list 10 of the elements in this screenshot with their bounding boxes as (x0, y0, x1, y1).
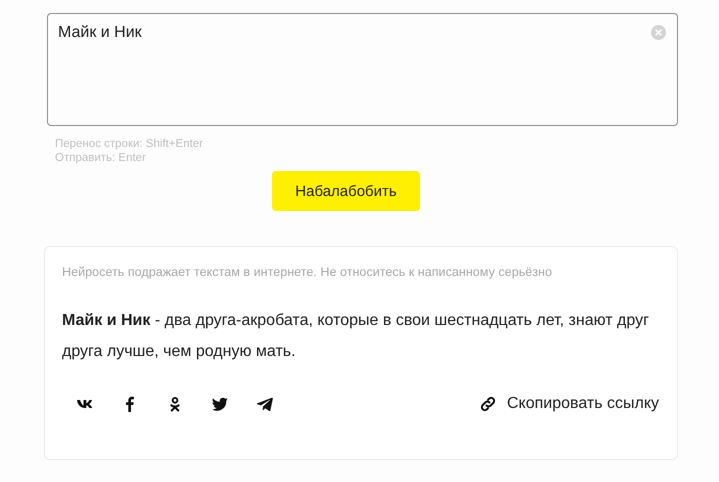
bird-icon[interactable] (211, 395, 229, 413)
text-input-field[interactable]: Майк и Ник (47, 13, 678, 126)
disclaimer-text: Нейросеть подражает текстам в интернете. Не относитесь к написанному серьёзно (62, 265, 553, 279)
hint-text: Перенос строки: Shift+Enter (55, 137, 204, 151)
link-icon (478, 395, 497, 413)
submit-button[interactable]: Набалабобить (272, 171, 420, 211)
generated-text: Майк и Ник - два друга-акробата, которые в свои шестнадцать лет, знают друг друга лучше, чем родную мать. (62, 311, 650, 362)
copy-link-button[interactable]: Скопировать ссылку (478, 395, 659, 413)
hint-text: Отправить: Enter (55, 151, 147, 165)
paper-plane-icon[interactable] (256, 395, 274, 413)
